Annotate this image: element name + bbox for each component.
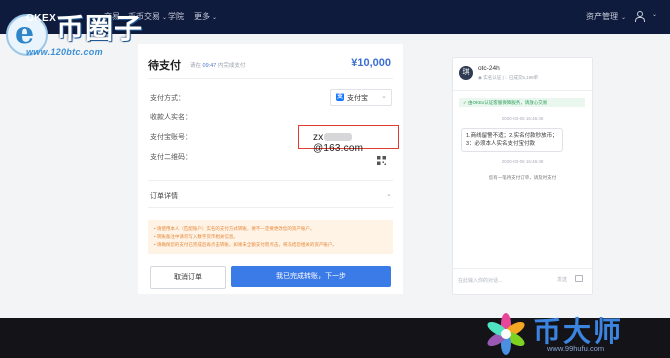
page-title: 待支付: [148, 60, 181, 72]
divider: [148, 207, 393, 208]
watermark-flower-logo: [487, 313, 525, 355]
asset-management-label: 资产管理: [586, 12, 618, 21]
account-suffix: @163.com: [313, 143, 364, 154]
notice-line: • 请使用本人（匹配账户）实名的支付方式转账，要不一定要更改您的资产账户。: [154, 226, 315, 231]
notice-line: • 请确保您的支付已完成后再点击转账，如果未全额支付而点击，将冻结您相关的资产账…: [154, 242, 337, 247]
verified-icon: ◉: [478, 75, 482, 80]
nav-label: 学院: [168, 12, 184, 21]
watermark-url-bottom: www.99hufu.com: [547, 344, 605, 353]
order-amount: ¥10,000: [351, 57, 391, 69]
banner-text: 由OKEx认证客服保障服务，请放心交易: [468, 100, 548, 105]
watermark-brand-text: 币圈子: [56, 13, 144, 44]
check-icon: ◌: [504, 75, 508, 80]
payment-countdown: 请在 09:47 内完成支付: [190, 61, 245, 69]
divider: [453, 268, 592, 269]
message-timestamp: 2020-03-06 16:46:46: [501, 116, 544, 121]
payment-method-value: 支付宝: [347, 95, 368, 102]
asset-management-menu[interactable]: 资产管理 ⌄: [586, 11, 626, 22]
nav-item-more[interactable]: 更多 ⌄: [194, 11, 217, 22]
chevron-down-icon: ⌄: [381, 93, 387, 100]
watermark-logo-top: e OKEX 币圈子 www.120btc.com: [6, 6, 156, 57]
nav-item-academy[interactable]: 学院: [168, 11, 184, 22]
shield-icon: ✓: [463, 100, 467, 105]
alipay-icon: 支: [336, 93, 344, 101]
chevron-down-icon: ⌄: [621, 15, 627, 21]
avatar: 琪: [459, 66, 473, 80]
watermark-okex-label: OKEX: [26, 13, 57, 24]
qrcode-icon[interactable]: [377, 156, 386, 165]
verified-label: 实名认证: [483, 75, 502, 80]
account-highlight-box: zx@163.com: [298, 125, 399, 154]
message-timestamp: 2020-03-06 16:46:48: [501, 159, 544, 164]
payment-notice: • 请使用本人（匹配账户）实名的支付方式转账，要不一定要更改您的资产账户。 • …: [148, 220, 393, 254]
account-redaction: [324, 133, 353, 142]
account-prefix: zx: [313, 132, 324, 143]
separator: |: [502, 75, 504, 80]
countdown-suffix: 内完成支付: [217, 63, 246, 69]
chat-message: 1.商线留警不适；2.实名付款秒放币；3：必须本人实名支付宝付款: [461, 128, 563, 152]
chat-panel: 琪 otc-24h ◉ 实名认证 | ◌ 已成交5,199单 ✓ 由OKEx认证…: [452, 57, 593, 295]
nav-label: 更多: [194, 12, 210, 21]
order-details-toggle[interactable]: 订单详情: [150, 191, 178, 201]
account-value[interactable]: zx@163.com: [313, 132, 398, 154]
countdown-prefix: 请在: [190, 63, 202, 69]
chevron-down-icon[interactable]: ⌄: [386, 190, 392, 198]
cancel-order-button[interactable]: 取消订单: [150, 266, 226, 289]
image-upload-icon[interactable]: [575, 275, 583, 282]
notice-line: • 转账备注中请勿写入数字货币相关信息。: [154, 234, 238, 239]
payment-card: 待支付 请在 09:47 内完成支付 ¥10,000 支付方式： 支 支付宝 ⌄…: [138, 44, 403, 294]
divider: [148, 180, 393, 181]
completed-orders: 已成交5,199单: [508, 75, 539, 80]
payee-name-label: 收款人实名：: [150, 114, 192, 121]
chat-security-banner: ✓ 由OKEx认证客服保障服务，请放心交易: [459, 98, 585, 107]
user-icon[interactable]: [634, 11, 645, 22]
watermark-url: www.120btc.com: [26, 47, 103, 57]
merchant-stats: ◉ 实名认证 | ◌ 已成交5,199单: [478, 75, 538, 81]
chevron-down-icon[interactable]: ⌄: [652, 11, 657, 18]
countdown-time: 09:47: [202, 63, 217, 69]
chevron-down-icon: ⌄: [162, 15, 168, 21]
chat-input[interactable]: 在此输入你的对话...: [458, 277, 502, 284]
payment-method-select[interactable]: 支 支付宝 ⌄: [330, 89, 392, 106]
account-label: 支付宝账号：: [150, 134, 192, 141]
divider: [148, 78, 393, 79]
merchant-name[interactable]: otc-24h: [478, 65, 500, 72]
qrcode-label: 支付二维码：: [150, 154, 192, 161]
send-button[interactable]: 发送: [557, 276, 567, 283]
chevron-down-icon: ⌄: [212, 15, 218, 21]
divider: [453, 90, 592, 91]
system-message: 您有一笔待支付订单，请及时支付: [488, 175, 557, 180]
confirm-payment-button[interactable]: 我已完成转账，下一步: [231, 266, 391, 287]
payment-method-label: 支付方式：: [150, 95, 185, 102]
